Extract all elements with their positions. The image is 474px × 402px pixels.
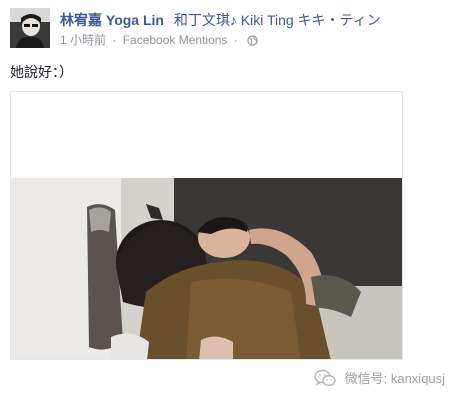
source-link[interactable]: Facebook Mentions	[123, 33, 228, 47]
author-name-link[interactable]: 林宥嘉 Yoga Lin	[60, 12, 164, 28]
wechat-watermark: 微信号: kanxiqusj	[314, 369, 445, 389]
author-avatar[interactable]	[10, 8, 50, 48]
meta-separator: ·	[233, 33, 238, 47]
post-timestamp[interactable]: 1 小時前	[60, 33, 106, 47]
tagged-friend-link[interactable]: 和丁文琪♪ Kiki Ting キキ・ティン	[174, 12, 381, 28]
wechat-icon	[314, 369, 336, 393]
post-status-text: 她說好：）	[10, 64, 73, 80]
post-photo[interactable]	[10, 91, 403, 360]
post-meta: 1 小時前 · Facebook Mentions ·	[60, 32, 258, 48]
globe-icon[interactable]	[247, 34, 258, 50]
facebook-post: 林宥嘉 Yoga Lin 和丁文琪♪ Kiki Ting キキ・ティン 1 小時…	[0, 0, 474, 402]
post-header: 林宥嘉 Yoga Lin 和丁文琪♪ Kiki Ting キキ・ティン	[60, 10, 470, 30]
watermark-text: 微信号: kanxiqusj	[344, 371, 446, 386]
meta-separator: ·	[112, 33, 117, 47]
